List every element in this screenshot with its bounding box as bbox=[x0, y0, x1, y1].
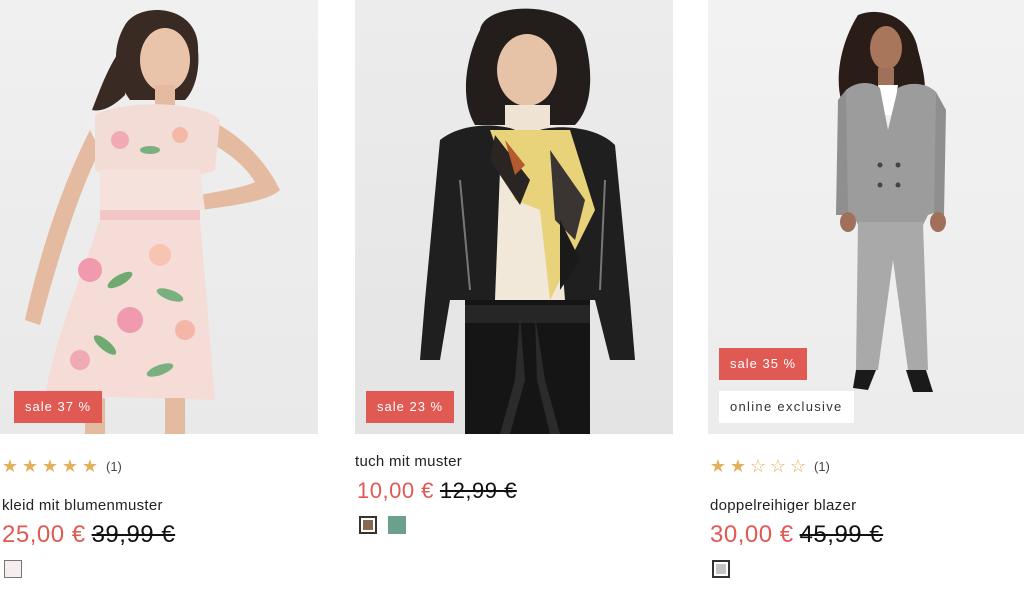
rating-count[interactable]: (1) bbox=[106, 459, 122, 474]
sale-badge: sale 23 % bbox=[366, 391, 455, 423]
star-outline-icon: ☆ bbox=[769, 456, 787, 476]
dress-model-illustration bbox=[25, 10, 280, 434]
product-card-floral-dress[interactable]: sale 37 % ★ ★ ★ ★ ★ (1) kleid mit blumen… bbox=[0, 0, 318, 595]
product-image[interactable]: sale 23 % bbox=[355, 0, 673, 434]
rating-count[interactable]: (1) bbox=[814, 459, 830, 474]
product-price: 25,00 € 39,99 € bbox=[2, 521, 175, 549]
price-current: 25,00 € bbox=[2, 521, 86, 548]
product-title[interactable]: tuch mit muster bbox=[355, 453, 462, 470]
color-swatches bbox=[712, 560, 730, 578]
sale-badge: sale 35 % bbox=[719, 348, 808, 380]
product-grid: sale 37 % ★ ★ ★ ★ ★ (1) kleid mit blumen… bbox=[0, 0, 1024, 595]
price-current: 10,00 € bbox=[357, 478, 434, 503]
rating-stars[interactable]: ★ ★ ☆ ☆ ☆ (1) bbox=[708, 455, 830, 477]
product-card-double-breasted-blazer[interactable]: sale 35 % online exclusive ★ ★ ☆ ☆ ☆ (1)… bbox=[708, 0, 1024, 595]
product-image[interactable]: sale 37 % bbox=[0, 0, 318, 434]
rating-stars[interactable]: ★ ★ ★ ★ ★ (1) bbox=[0, 455, 122, 477]
star-outline-icon: ☆ bbox=[789, 456, 807, 476]
product-image[interactable]: sale 35 % online exclusive bbox=[708, 0, 1024, 434]
star-filled-icon: ★ bbox=[1, 456, 19, 476]
color-swatches bbox=[359, 516, 406, 534]
color-swatches bbox=[4, 560, 22, 578]
price-original: 12,99 € bbox=[439, 478, 517, 503]
price-original: 45,99 € bbox=[799, 521, 884, 548]
star-outline-icon: ☆ bbox=[749, 456, 767, 476]
price-original: 39,99 € bbox=[91, 521, 176, 548]
color-swatch-green[interactable] bbox=[388, 516, 406, 534]
color-swatch-grey[interactable] bbox=[712, 560, 730, 578]
star-filled-icon: ★ bbox=[21, 456, 39, 476]
scarf-model-illustration bbox=[420, 8, 635, 434]
star-filled-icon: ★ bbox=[729, 456, 747, 476]
star-filled-icon: ★ bbox=[709, 456, 727, 476]
product-title[interactable]: doppelreihiger blazer bbox=[710, 497, 856, 514]
product-title[interactable]: kleid mit blumenmuster bbox=[2, 497, 163, 514]
star-filled-icon: ★ bbox=[61, 456, 79, 476]
star-filled-icon: ★ bbox=[81, 456, 99, 476]
star-filled-icon: ★ bbox=[41, 456, 59, 476]
online-exclusive-badge: online exclusive bbox=[719, 391, 854, 423]
sale-badge: sale 37 % bbox=[14, 391, 103, 423]
product-price: 30,00 € 45,99 € bbox=[710, 521, 883, 549]
price-current: 30,00 € bbox=[710, 521, 794, 548]
color-swatch-light-rose[interactable] bbox=[4, 560, 22, 578]
product-card-patterned-scarf[interactable]: sale 23 % tuch mit muster 10,00 € 12,99 … bbox=[355, 0, 673, 595]
product-price: 10,00 € 12,99 € bbox=[357, 478, 517, 504]
color-swatch-brown[interactable] bbox=[359, 516, 377, 534]
